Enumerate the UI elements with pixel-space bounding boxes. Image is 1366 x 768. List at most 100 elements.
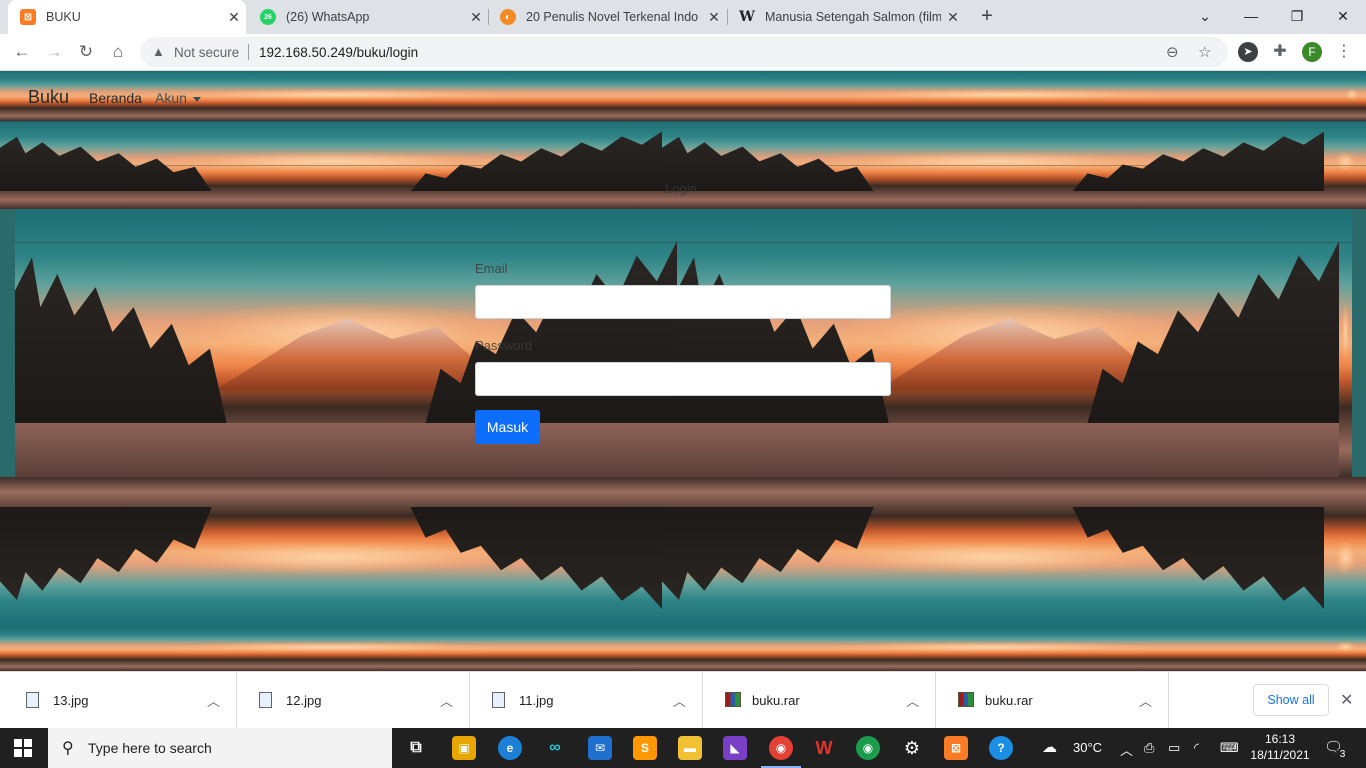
card-title: Login: [665, 181, 697, 196]
chevron-up-icon[interactable]: ︿: [207, 691, 220, 710]
tab-title: BUKU: [46, 10, 81, 24]
card-background-image: [677, 209, 1339, 477]
file-explorer-icon[interactable]: ▬: [678, 736, 702, 760]
cursor-extension-icon[interactable]: ➤: [1238, 42, 1258, 62]
bookmark-star-icon[interactable]: ☆: [1198, 43, 1211, 61]
chevron-up-icon[interactable]: ︿: [440, 691, 453, 710]
winrar-icon: [725, 692, 741, 707]
download-item[interactable]: 13.jpg ︿: [4, 672, 237, 729]
nav-dropdown-akun[interactable]: Akun: [155, 90, 201, 106]
image-file-icon: [492, 692, 505, 708]
close-icon[interactable]: ✕: [1340, 690, 1353, 710]
windows-taskbar: ⚲ Type here to search ⧉ ▣ e ∞ ✉ S ▬ ◣ ◉ …: [0, 728, 1366, 768]
home-icon[interactable]: ⌂: [106, 40, 130, 64]
tab-title: Manusia Setengah Salmon (film): [765, 10, 941, 24]
show-all-button[interactable]: Show all: [1253, 684, 1329, 716]
address-bar[interactable]: ▲ Not secure 192.168.50.249/buku/login ⊖…: [140, 37, 1228, 67]
background-image: [662, 477, 1324, 627]
password-input[interactable]: [475, 362, 891, 396]
menu-kebab-icon[interactable]: ⋮: [1334, 42, 1354, 62]
download-filename: 11.jpg: [519, 693, 554, 708]
arduino-icon[interactable]: ∞: [543, 736, 567, 760]
email-input[interactable]: [475, 285, 891, 319]
site-icon: ◐: [500, 9, 516, 25]
tab-buku[interactable]: ⊠ BUKU ✕: [8, 0, 246, 34]
tab-search-chevron-icon[interactable]: ⌄: [1182, 0, 1228, 34]
browser-toolbar: ← → ↻ ⌂ ▲ Not secure 192.168.50.249/buku…: [0, 34, 1366, 71]
minimize-icon[interactable]: —: [1228, 0, 1274, 34]
tab-whatsapp[interactable]: 26 (26) WhatsApp ✕: [248, 0, 488, 34]
card-background-image: [1339, 209, 1352, 477]
password-label: Password: [475, 338, 533, 353]
downloads-bar: 13.jpg ︿ 12.jpg ︿ 11.jpg ︿ buku.rar ︿ bu…: [0, 671, 1366, 729]
chevron-up-icon[interactable]: ︿: [673, 691, 686, 710]
back-icon[interactable]: ←: [10, 40, 34, 64]
network-device-icon[interactable]: ⎙: [1144, 740, 1154, 756]
close-tab-icon[interactable]: ✕: [464, 9, 488, 26]
profile-avatar[interactable]: F: [1302, 42, 1322, 62]
image-file-icon: [26, 692, 39, 708]
download-item[interactable]: buku.rar ︿: [703, 672, 936, 729]
navbar-divider: [0, 121, 1366, 122]
taskbar-search[interactable]: ⚲ Type here to search: [48, 728, 392, 768]
background-image: [0, 627, 662, 671]
extensions-puzzle-icon[interactable]: ✚: [1270, 42, 1290, 62]
masuk-button[interactable]: Masuk: [475, 410, 540, 444]
download-filename: buku.rar: [752, 693, 800, 708]
new-tab-icon[interactable]: +: [976, 5, 998, 27]
close-tab-icon[interactable]: ✕: [702, 9, 726, 26]
chrome-profile-icon[interactable]: ◉: [856, 736, 880, 760]
search-icon: ⚲: [62, 740, 74, 757]
settings-gear-icon[interactable]: ⚙: [900, 736, 924, 760]
wikipedia-icon: W: [739, 9, 755, 25]
tab-penulis-novel[interactable]: ◐ 20 Penulis Novel Terkenal Indo d ✕: [488, 0, 726, 34]
url-text[interactable]: 192.168.50.249/buku/login: [259, 45, 418, 60]
store-icon[interactable]: ▣: [452, 736, 476, 760]
close-tab-icon[interactable]: ✕: [941, 9, 965, 26]
reload-icon[interactable]: ↻: [74, 40, 98, 64]
close-window-icon[interactable]: ✕: [1320, 0, 1366, 34]
windows-start-icon[interactable]: [14, 739, 32, 757]
forward-icon[interactable]: →: [42, 40, 66, 64]
warning-icon[interactable]: ▲: [152, 44, 165, 59]
task-view-icon[interactable]: ⧉: [404, 736, 428, 760]
visual-studio-icon[interactable]: ◣: [723, 736, 747, 760]
card-header-divider: [15, 242, 1352, 243]
chevron-up-icon[interactable]: ︿: [1139, 691, 1152, 710]
help-icon[interactable]: ?: [989, 736, 1013, 760]
login-page: Buku Beranda Akun Login Email Password M…: [0, 71, 1366, 671]
navbar-brand[interactable]: Buku: [28, 87, 69, 108]
chevron-up-icon[interactable]: ︿: [906, 691, 919, 710]
divider: [0, 165, 1366, 166]
taskbar-clock[interactable]: 16:13 18/11/2021: [1248, 731, 1312, 763]
xampp-icon[interactable]: ⊠: [944, 736, 968, 760]
battery-icon[interactable]: ▭: [1168, 740, 1180, 756]
search-placeholder: Type here to search: [88, 740, 212, 756]
whatsapp-icon: 26: [260, 9, 276, 25]
weather-temperature[interactable]: 30°C: [1073, 740, 1102, 755]
wifi-icon[interactable]: ◜: [1194, 740, 1199, 756]
email-label: Email: [475, 261, 508, 276]
security-status[interactable]: Not secure: [174, 45, 239, 60]
sublime-text-icon[interactable]: S: [633, 736, 657, 760]
nav-link-beranda[interactable]: Beranda: [89, 90, 142, 106]
winrar-icon: [958, 692, 974, 707]
tray-chevron-up-icon[interactable]: ︿: [1120, 740, 1133, 759]
download-filename: 12.jpg: [286, 693, 322, 708]
tab-wikipedia[interactable]: W Manusia Setengah Salmon (film) ✕: [727, 0, 965, 34]
restore-icon[interactable]: ❐: [1274, 0, 1320, 34]
chrome-icon[interactable]: ◉: [761, 736, 801, 768]
wps-office-icon[interactable]: W: [812, 736, 836, 760]
tab-strip: ⊠ BUKU ✕ 26 (26) WhatsApp ✕ ◐ 20 Penulis…: [0, 0, 1366, 34]
download-item[interactable]: buku.rar ︿: [936, 672, 1169, 729]
edge-icon[interactable]: e: [498, 736, 522, 760]
zoom-icon[interactable]: ⊖: [1166, 43, 1179, 61]
download-item[interactable]: 12.jpg ︿: [237, 672, 470, 729]
weather-cloud-icon[interactable]: ☁: [1042, 738, 1057, 756]
nav-dropdown-label: Akun: [155, 90, 187, 106]
mail-icon[interactable]: ✉: [588, 736, 612, 760]
download-item[interactable]: 11.jpg ︿: [470, 672, 703, 729]
keyboard-icon[interactable]: ⌨: [1220, 740, 1239, 756]
close-tab-icon[interactable]: ✕: [222, 9, 246, 26]
xampp-icon: ⊠: [20, 9, 36, 25]
